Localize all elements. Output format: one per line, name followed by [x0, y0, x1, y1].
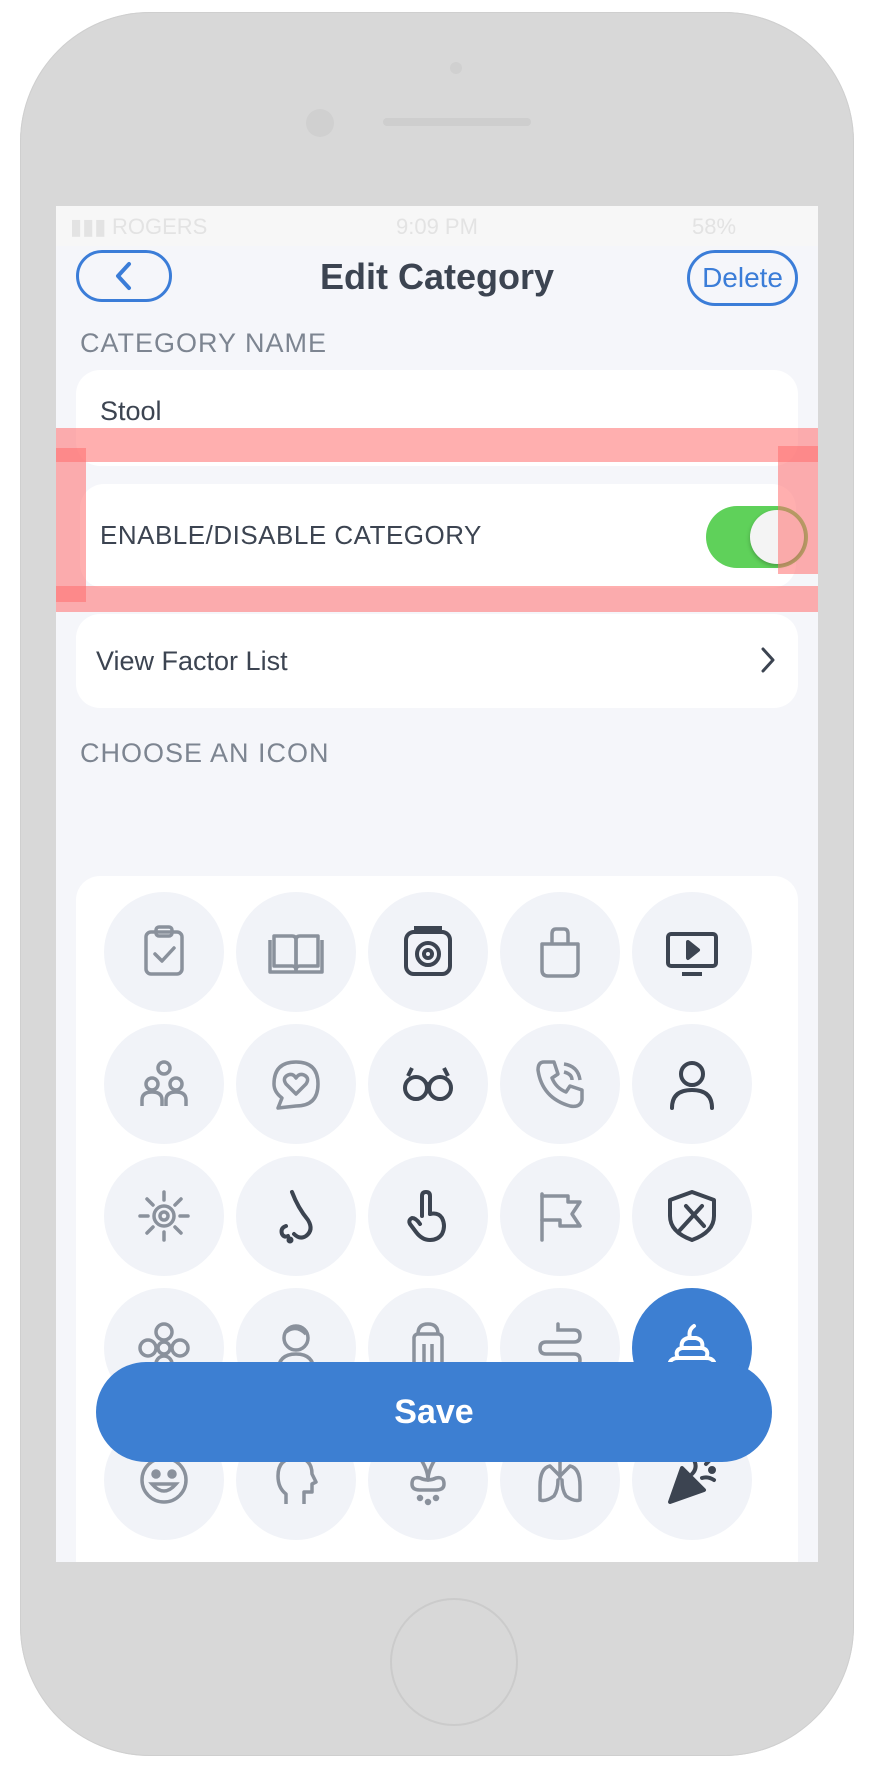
enable-category-label: ENABLE/DISABLE CATEGORY	[100, 520, 482, 550]
delete-button[interactable]: Delete	[687, 250, 798, 306]
highlight-left	[56, 448, 86, 602]
camera-icon	[404, 926, 452, 976]
category-name-label: CATEGORY NAME	[80, 328, 328, 358]
earpiece-speaker	[383, 118, 531, 126]
shopping-bag-icon	[540, 927, 580, 978]
signal-icon: ▮▮▮	[70, 214, 107, 239]
home-button[interactable]	[390, 1598, 518, 1726]
icon-option-people[interactable]	[104, 1024, 224, 1144]
choose-icon-label: CHOOSE AN ICON	[80, 738, 330, 768]
user-icon	[670, 1061, 714, 1110]
battery-label: 58%	[692, 214, 737, 239]
status-bar: ▮▮▮ ROGERS 9:09 PM 58%	[56, 206, 818, 246]
icon-option-phone[interactable]	[500, 1024, 620, 1144]
app-screen: ▮▮▮ ROGERS 9:09 PM 58% Edit Category Del…	[56, 206, 818, 1562]
save-button[interactable]: Save	[96, 1362, 772, 1462]
highlight-right	[778, 446, 818, 574]
icon-option-sun[interactable]	[104, 1156, 224, 1276]
sun-icon	[138, 1190, 190, 1242]
clipboard-check-icon	[144, 925, 184, 976]
pointing-hand-icon	[407, 1190, 446, 1242]
flag-icon	[540, 1192, 582, 1242]
icon-option-flag[interactable]	[500, 1156, 620, 1276]
phone-call-icon	[536, 1060, 584, 1109]
enable-category-row: ENABLE/DISABLE CATEGORY	[80, 484, 808, 588]
people-icon	[140, 1060, 188, 1106]
highlight-top	[56, 428, 818, 462]
icon-option-tv[interactable]	[632, 892, 752, 1012]
icon-option-bag[interactable]	[500, 892, 620, 1012]
icon-option-camera[interactable]	[368, 892, 488, 1012]
view-factor-list-row[interactable]: View Factor List	[76, 614, 798, 708]
sunglasses-icon	[403, 1067, 453, 1101]
open-book-icon	[268, 934, 324, 974]
view-factor-list-label: View Factor List	[96, 646, 288, 676]
icon-option-hand[interactable]	[368, 1156, 488, 1276]
highlight-bottom	[56, 586, 818, 612]
front-camera	[306, 109, 334, 137]
heart-chat-icon	[272, 1060, 320, 1110]
shield-tools-icon	[668, 1190, 716, 1242]
chevron-right-icon	[761, 647, 775, 673]
icon-option-nose[interactable]	[236, 1156, 356, 1276]
carrier-label: ROGERS	[112, 214, 208, 239]
icon-option-book[interactable]	[236, 892, 356, 1012]
tv-play-icon	[666, 932, 718, 976]
time-label: 9:09 PM	[396, 214, 478, 239]
sensor-dot	[450, 62, 462, 74]
category-name-input[interactable]: Stool	[100, 396, 162, 427]
icon-option-clipboard[interactable]	[104, 892, 224, 1012]
icon-option-glasses[interactable]	[368, 1024, 488, 1144]
nose-icon	[279, 1190, 313, 1244]
icon-option-user[interactable]	[632, 1024, 752, 1144]
icon-option-heart-chat[interactable]	[236, 1024, 356, 1144]
icon-option-shield[interactable]	[632, 1156, 752, 1276]
